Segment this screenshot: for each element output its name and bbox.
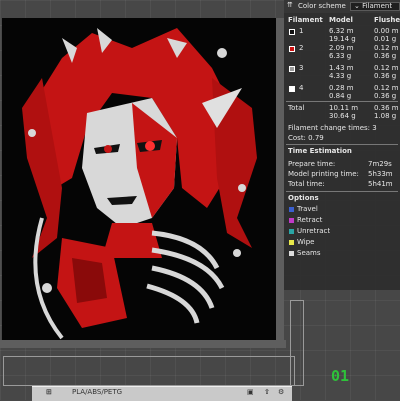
total-flushed-m: 0.36 m — [374, 104, 399, 112]
filament-3-swatch — [289, 66, 295, 72]
option-seams[interactable]: Seams — [297, 249, 321, 257]
filament-2-index: 2 — [299, 44, 304, 52]
filament-2-model-g: 6.33 g — [329, 52, 352, 60]
filament-4-index: 4 — [299, 84, 304, 92]
time-estimation-heading: Time Estimation — [288, 147, 352, 155]
color-scheme-label: Color scheme — [298, 2, 346, 10]
bottom-toolbar: ⊞ PLA/ABS/PETG ▣ ⇧ ⚙ — [32, 386, 292, 401]
filament-2-flushed-g: 0.36 g — [374, 52, 397, 60]
prepare-time-label: Prepare time: — [288, 160, 336, 168]
filament-1-index: 1 — [299, 27, 304, 35]
settings-icon[interactable]: ⚙ — [278, 388, 284, 396]
color-scheme-select[interactable]: ⌄ Filament — [350, 2, 400, 11]
filament-3-model-g: 4.33 g — [329, 72, 352, 80]
filament-1-flushed-g: 0.01 g — [374, 35, 397, 43]
bed-edge-right — [276, 18, 284, 348]
lock-icon[interactable]: ▣ — [247, 388, 254, 396]
model-printing-time-label: Model printing time: — [288, 170, 359, 178]
filament-4-flushed-g: 0.36 g — [374, 92, 397, 100]
chevron-down-icon: ⌄ — [354, 2, 360, 10]
option-travel[interactable]: Travel — [297, 205, 318, 213]
total-flushed-g: 1.08 g — [374, 112, 397, 120]
travel-checkbox[interactable] — [289, 207, 294, 212]
filament-1-model-g: 19.14 g — [329, 35, 356, 43]
legend-panel: ⇈ Color scheme ⌄ Filament Filament Model… — [284, 0, 400, 290]
total-time-value: 5h41m — [368, 180, 393, 188]
filament-type-label: PLA/ABS/PETG — [72, 388, 123, 396]
filament-1-swatch — [289, 29, 295, 35]
collapse-icon[interactable]: ⇈ — [287, 1, 293, 9]
options-heading: Options — [288, 194, 319, 202]
filament-3-flushed-m: 0.12 m — [374, 64, 399, 72]
total-model-m: 10.11 m — [329, 104, 359, 112]
plate-outline — [3, 356, 295, 386]
cost: Cost: 0.79 — [288, 134, 324, 142]
divider — [286, 101, 398, 102]
col-model: Model — [329, 16, 353, 24]
plate-icon[interactable]: ⊞ — [46, 388, 52, 396]
filament-1-model-m: 6.32 m — [329, 27, 354, 35]
filament-4-model-m: 0.28 m — [329, 84, 354, 92]
filament-3-index: 3 — [299, 64, 304, 72]
col-flushed: Flushed — [374, 16, 400, 24]
model-printing-time-value: 5h33m — [368, 170, 393, 178]
filament-change-times: Filament change times: 3 — [288, 124, 377, 132]
filament-4-model-g: 0.84 g — [329, 92, 352, 100]
prepare-time-value: 7m29s — [368, 160, 392, 168]
filament-2-model-m: 2.09 m — [329, 44, 354, 52]
option-retract[interactable]: Retract — [297, 216, 322, 224]
total-time-label: Total time: — [288, 180, 325, 188]
filament-4-flushed-m: 0.12 m — [374, 84, 399, 92]
plate-outline-right — [290, 300, 304, 386]
wipe-checkbox[interactable] — [289, 240, 294, 245]
unretract-checkbox[interactable] — [289, 229, 294, 234]
filament-1-flushed-m: 0.00 m — [374, 27, 399, 35]
divider — [286, 191, 398, 192]
filament-3-model-m: 1.43 m — [329, 64, 354, 72]
bed-edge — [0, 340, 286, 348]
col-filament: Filament — [288, 16, 323, 24]
filament-4-swatch — [289, 86, 295, 92]
option-unretract[interactable]: Unretract — [297, 227, 330, 235]
total-model-g: 30.64 g — [329, 112, 356, 120]
plate-number[interactable]: 01 — [331, 367, 349, 385]
divider — [286, 144, 398, 145]
sliced-model-preview[interactable] — [2, 18, 276, 340]
anime-character-artwork — [2, 18, 276, 340]
arrange-icon[interactable]: ⇧ — [264, 388, 270, 396]
filament-2-flushed-m: 0.12 m — [374, 44, 399, 52]
retract-checkbox[interactable] — [289, 218, 294, 223]
color-scheme-value: Filament — [362, 2, 393, 10]
option-wipe[interactable]: Wipe — [297, 238, 314, 246]
filament-3-flushed-g: 0.36 g — [374, 72, 397, 80]
total-label: Total — [288, 104, 305, 112]
seams-checkbox[interactable] — [289, 251, 294, 256]
filament-2-swatch — [289, 46, 295, 52]
